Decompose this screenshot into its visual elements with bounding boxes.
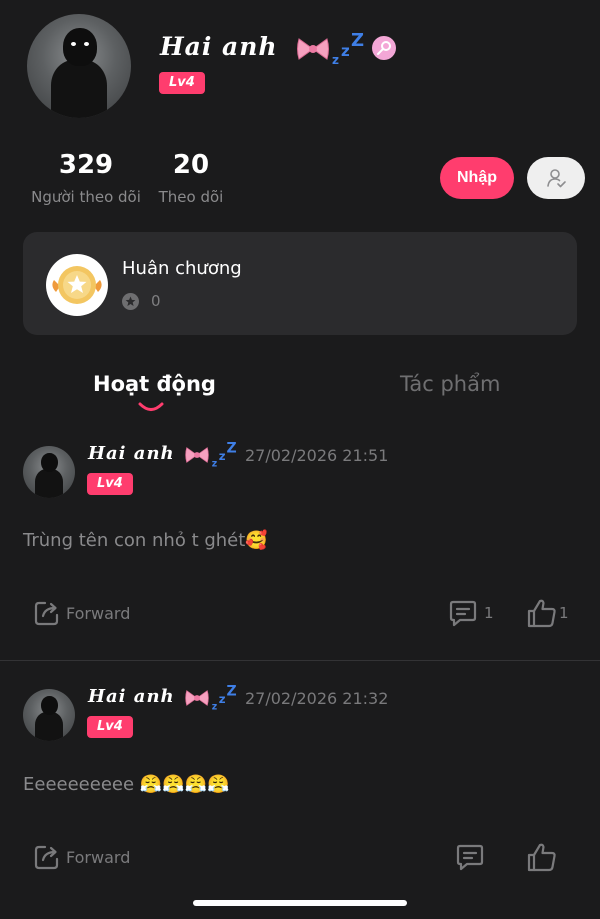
comment-button[interactable]: 1 <box>448 599 494 627</box>
thumbs-up-icon <box>527 599 556 628</box>
key-badge-icon <box>372 36 396 60</box>
svg-text:Z: Z <box>351 30 364 51</box>
share-icon <box>34 601 59 626</box>
bow-icon <box>297 38 329 60</box>
forward-button[interactable]: Forward <box>33 843 130 871</box>
bow-icon <box>185 447 209 463</box>
star-icon <box>122 293 139 310</box>
sleep-zzz-icon: z z Z <box>212 683 237 711</box>
svg-text:Z: Z <box>227 440 237 456</box>
medal-count: 0 <box>151 292 161 310</box>
level-badge: Lv4 <box>87 473 133 495</box>
post-author-avatar[interactable] <box>23 446 75 498</box>
sleep-zzz-icon: z z Z <box>212 440 237 468</box>
profile-avatar[interactable] <box>27 14 131 118</box>
medal-title: Huân chương <box>122 258 242 279</box>
forward-button[interactable]: Forward <box>33 599 130 627</box>
post-time: 27/02/2026 21:51 <box>245 446 389 465</box>
post-text: Trùng tên con nhỏ t ghét🥰 <box>23 530 268 551</box>
like-button[interactable]: 1 <box>526 597 569 629</box>
comment-icon <box>456 844 484 871</box>
post-author-name[interactable]: Hai anh <box>88 686 175 707</box>
svg-text:z: z <box>341 42 350 60</box>
like-count: 1 <box>559 604 569 622</box>
following-label: Theo dõi <box>158 188 224 206</box>
forward-label: Forward <box>66 603 131 623</box>
profile-name: Hai anh <box>160 32 278 61</box>
svg-text:z: z <box>332 53 339 66</box>
svg-text:z: z <box>219 692 226 706</box>
post-divider <box>0 660 600 661</box>
comment-icon <box>449 600 477 627</box>
post-text: Eeeeeeeeee 😤😤😤😤 <box>23 774 230 795</box>
post-author-name[interactable]: Hai anh <box>88 443 175 464</box>
svg-text:Z: Z <box>227 683 237 699</box>
user-check-icon <box>547 169 566 188</box>
user-check-button[interactable] <box>527 157 585 199</box>
followers-label: Người theo dõi <box>31 188 141 206</box>
follow-button[interactable]: Nhập <box>440 157 514 199</box>
level-badge: Lv4 <box>159 72 205 94</box>
medal-icon <box>46 254 108 316</box>
following-count[interactable]: 20 <box>154 150 228 180</box>
home-indicator[interactable] <box>193 900 407 906</box>
comment-button[interactable] <box>455 843 485 875</box>
thumbs-up-icon <box>527 843 556 872</box>
svg-text:z: z <box>212 458 217 468</box>
like-button[interactable] <box>526 841 558 877</box>
post-time: 27/02/2026 21:32 <box>245 689 389 708</box>
sleep-zzz-icon: z z Z <box>332 30 364 66</box>
tab-active-indicator <box>138 402 164 411</box>
level-badge: Lv4 <box>87 716 133 738</box>
bow-icon <box>185 690 209 706</box>
comment-count: 1 <box>484 604 494 622</box>
forward-label: Forward <box>66 847 131 867</box>
followers-count[interactable]: 329 <box>27 150 145 180</box>
post-author-avatar[interactable] <box>23 689 75 741</box>
svg-text:z: z <box>212 701 217 711</box>
tab-works[interactable]: Tác phẩm <box>400 372 500 396</box>
svg-text:z: z <box>219 449 226 463</box>
share-icon <box>34 845 59 870</box>
tab-activity[interactable]: Hoạt động <box>93 372 216 396</box>
